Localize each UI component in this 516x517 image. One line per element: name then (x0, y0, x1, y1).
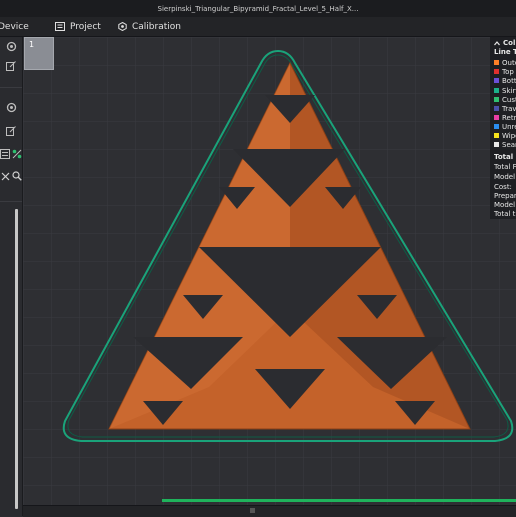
window-title: Sierpinski_Triangular_Bipyramid_Fractal_… (157, 4, 359, 13)
sidebar-divider (0, 87, 22, 88)
legend-label: Retra (502, 113, 516, 122)
legend-swatch (494, 78, 499, 83)
legend-item: Retra (494, 113, 516, 122)
stat-label: Model p (494, 201, 516, 209)
legend-item: Seam (494, 140, 516, 149)
tab-device-label: Device (0, 21, 29, 32)
tab-calibration-label: Calibration (132, 21, 181, 32)
color-legend-panel: Col Line Ty Oute Top s Botto Skirt Custo… (490, 37, 516, 219)
legend-item: Oute (494, 58, 516, 67)
legend-header[interactable]: Col (494, 39, 515, 47)
stat-label: Total ti (494, 210, 516, 218)
settings-icon[interactable] (4, 39, 18, 53)
legend-subtitle: Line Ty (494, 48, 516, 56)
plate-number: 1 (29, 40, 35, 49)
legend-swatch (494, 69, 499, 74)
legend-swatch (494, 115, 499, 120)
legend-label: Custo (502, 95, 516, 104)
legend-label: Skirt (502, 86, 516, 95)
legend-item: Skirt (494, 86, 516, 95)
bottom-bar (23, 505, 516, 517)
legend-swatch (494, 88, 499, 93)
layer-progress-bar[interactable] (162, 499, 516, 502)
bottom-handle[interactable] (250, 508, 255, 513)
chevron-up-icon[interactable] (494, 40, 500, 46)
legend-label: Botto (502, 76, 516, 85)
edit-icon[interactable] (4, 59, 18, 73)
settings-icon[interactable] (4, 100, 18, 114)
legend-title: Col (503, 39, 516, 47)
tab-calibration[interactable]: Calibration (118, 17, 181, 36)
legend-label: Trave (502, 104, 516, 113)
legend-swatch (494, 133, 499, 138)
legend-swatch (494, 124, 499, 129)
menu-bar: Device Project Calibration (0, 17, 516, 37)
tab-project[interactable]: Project (55, 17, 101, 36)
edit-icon[interactable] (4, 124, 18, 138)
3d-viewport[interactable] (23, 37, 516, 516)
legend-item: Unre (494, 122, 516, 131)
legend-item: Trave (494, 104, 516, 113)
legend-label: Seam (502, 140, 516, 149)
stats-title: Total E (494, 153, 516, 161)
legend-swatch (494, 106, 499, 111)
sidebar-divider (0, 201, 22, 202)
legend-item: Wipe (494, 131, 516, 140)
sidebar-scrollbar[interactable] (15, 209, 18, 509)
search-icon[interactable] (10, 169, 24, 183)
filter-icon[interactable] (10, 147, 24, 161)
left-sidebar (0, 37, 23, 516)
legend-label: Top s (502, 67, 516, 76)
title-bar: Sierpinski_Triangular_Bipyramid_Fractal_… (0, 0, 516, 17)
stat-label: Prepare (494, 192, 516, 200)
legend-item: Botto (494, 76, 516, 85)
stat-label: Model (494, 173, 516, 181)
legend-label: Wipe (502, 131, 516, 140)
tab-project-label: Project (70, 21, 101, 32)
project-icon (55, 22, 65, 31)
stat-label: Total F (494, 163, 516, 171)
legend-item: Top s (494, 67, 516, 76)
tab-device[interactable]: Device (0, 17, 29, 36)
legend-label: Oute (502, 58, 516, 67)
viewport-canvas[interactable] (23, 37, 516, 516)
stat-label: Cost: (494, 183, 512, 191)
legend-swatch (494, 60, 499, 65)
calibration-icon (118, 22, 127, 31)
legend-swatch (494, 142, 499, 147)
legend-label: Unre (502, 122, 516, 131)
legend-item: Custo (494, 95, 516, 104)
legend-swatch (494, 97, 499, 102)
plate-thumbnail[interactable]: 1 (24, 37, 54, 70)
